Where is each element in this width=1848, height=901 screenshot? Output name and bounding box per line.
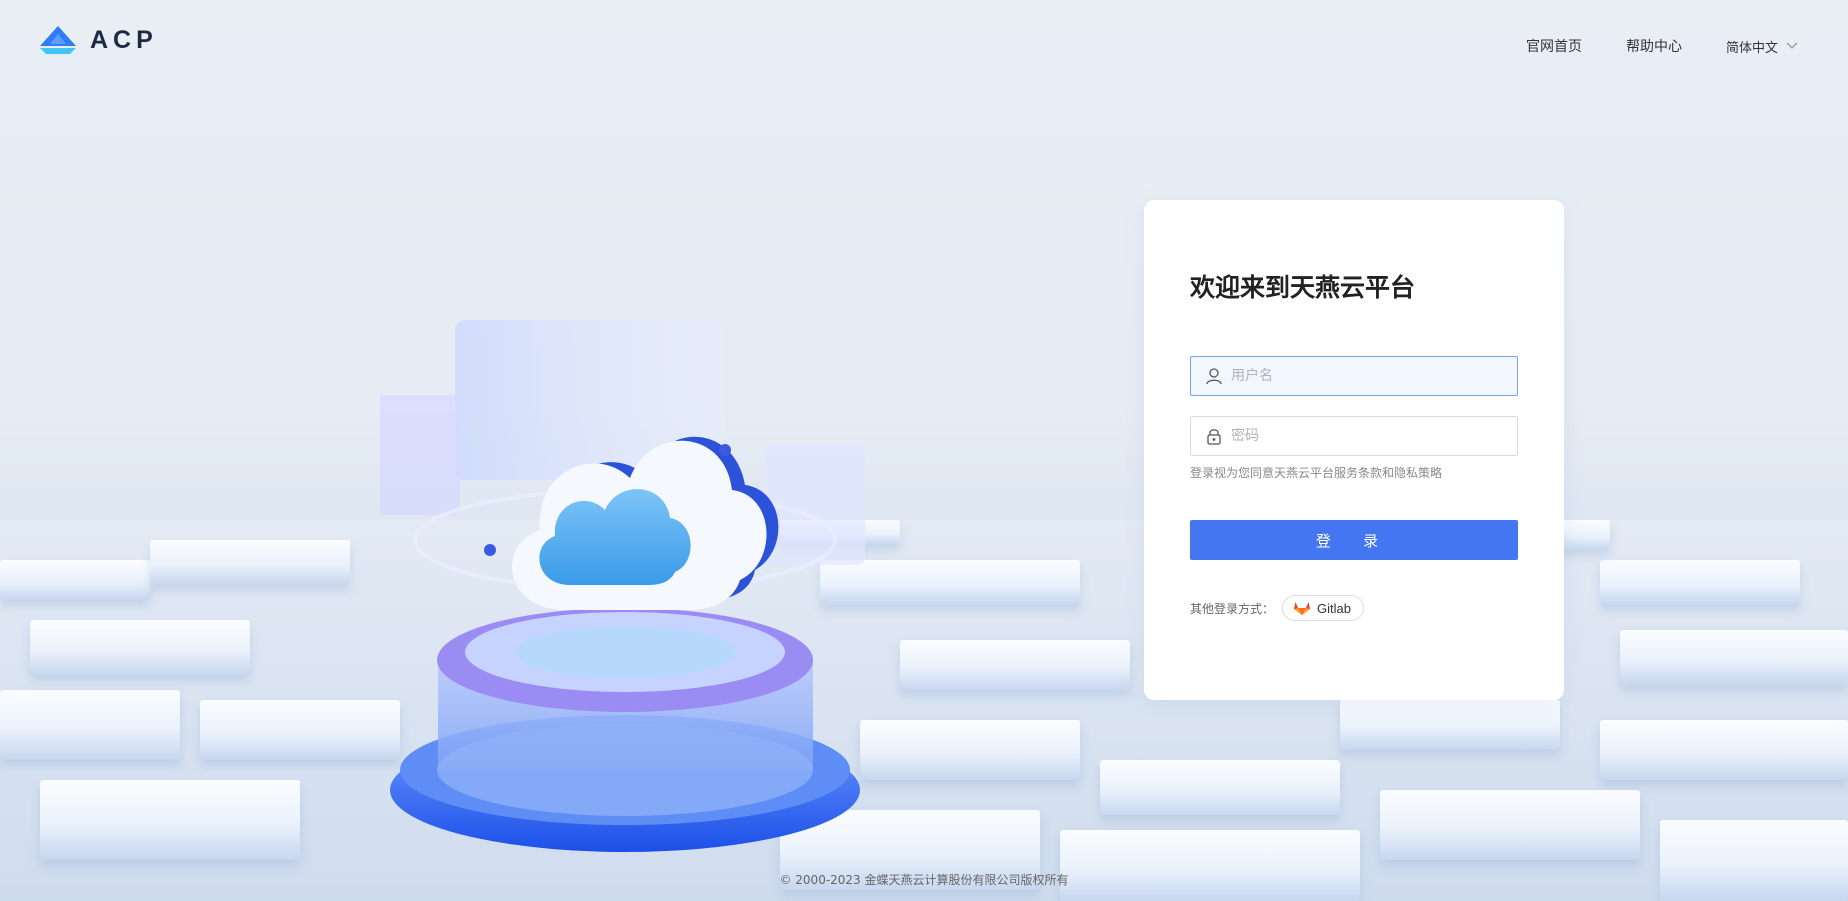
top-header: ACP 官网首页 帮助中心 简体中文 <box>0 0 1848 90</box>
login-card: 欢迎来到天燕云平台 登录视为您同意天燕云平台服务条款和隐私策略 登 录 其他登录… <box>1144 200 1564 700</box>
footer-copyright: © 2000-2023 金蝶天燕云计算股份有限公司版权所有 <box>779 873 1069 887</box>
password-input[interactable] <box>1231 428 1501 444</box>
brand-name: ACP <box>90 25 158 54</box>
other-login-methods: 其他登录方式： Gitlab <box>1190 595 1364 621</box>
brand-logo[interactable]: ACP <box>36 24 158 56</box>
agreement-text[interactable]: 登录视为您同意天燕云平台服务条款和隐私策略 <box>1190 464 1442 481</box>
user-icon <box>1206 368 1222 385</box>
nav-home-link[interactable]: 官网首页 <box>1526 36 1582 56</box>
other-login-label: 其他登录方式： <box>1190 601 1275 616</box>
language-selector[interactable]: 简体中文 <box>1726 36 1798 56</box>
password-field[interactable] <box>1190 416 1518 456</box>
gitlab-label: Gitlab <box>1317 600 1351 616</box>
nav-help-link[interactable]: 帮助中心 <box>1626 36 1682 56</box>
language-label: 简体中文 <box>1725 39 1778 55</box>
username-field[interactable] <box>1190 356 1518 396</box>
gitlab-icon <box>1294 602 1311 615</box>
chevron-down-icon <box>1786 42 1798 49</box>
lock-icon <box>1207 429 1221 445</box>
top-nav: 官网首页 帮助中心 简体中文 <box>1526 36 1798 56</box>
background-floor <box>0 520 1848 901</box>
username-input[interactable] <box>1231 368 1501 384</box>
cloud-platform-illustration <box>380 320 865 852</box>
login-button[interactable]: 登 录 <box>1190 520 1518 560</box>
acp-logo-icon <box>40 26 76 54</box>
gitlab-login-button[interactable]: Gitlab <box>1282 595 1364 621</box>
login-title: 欢迎来到天燕云平台 <box>1190 273 1416 302</box>
